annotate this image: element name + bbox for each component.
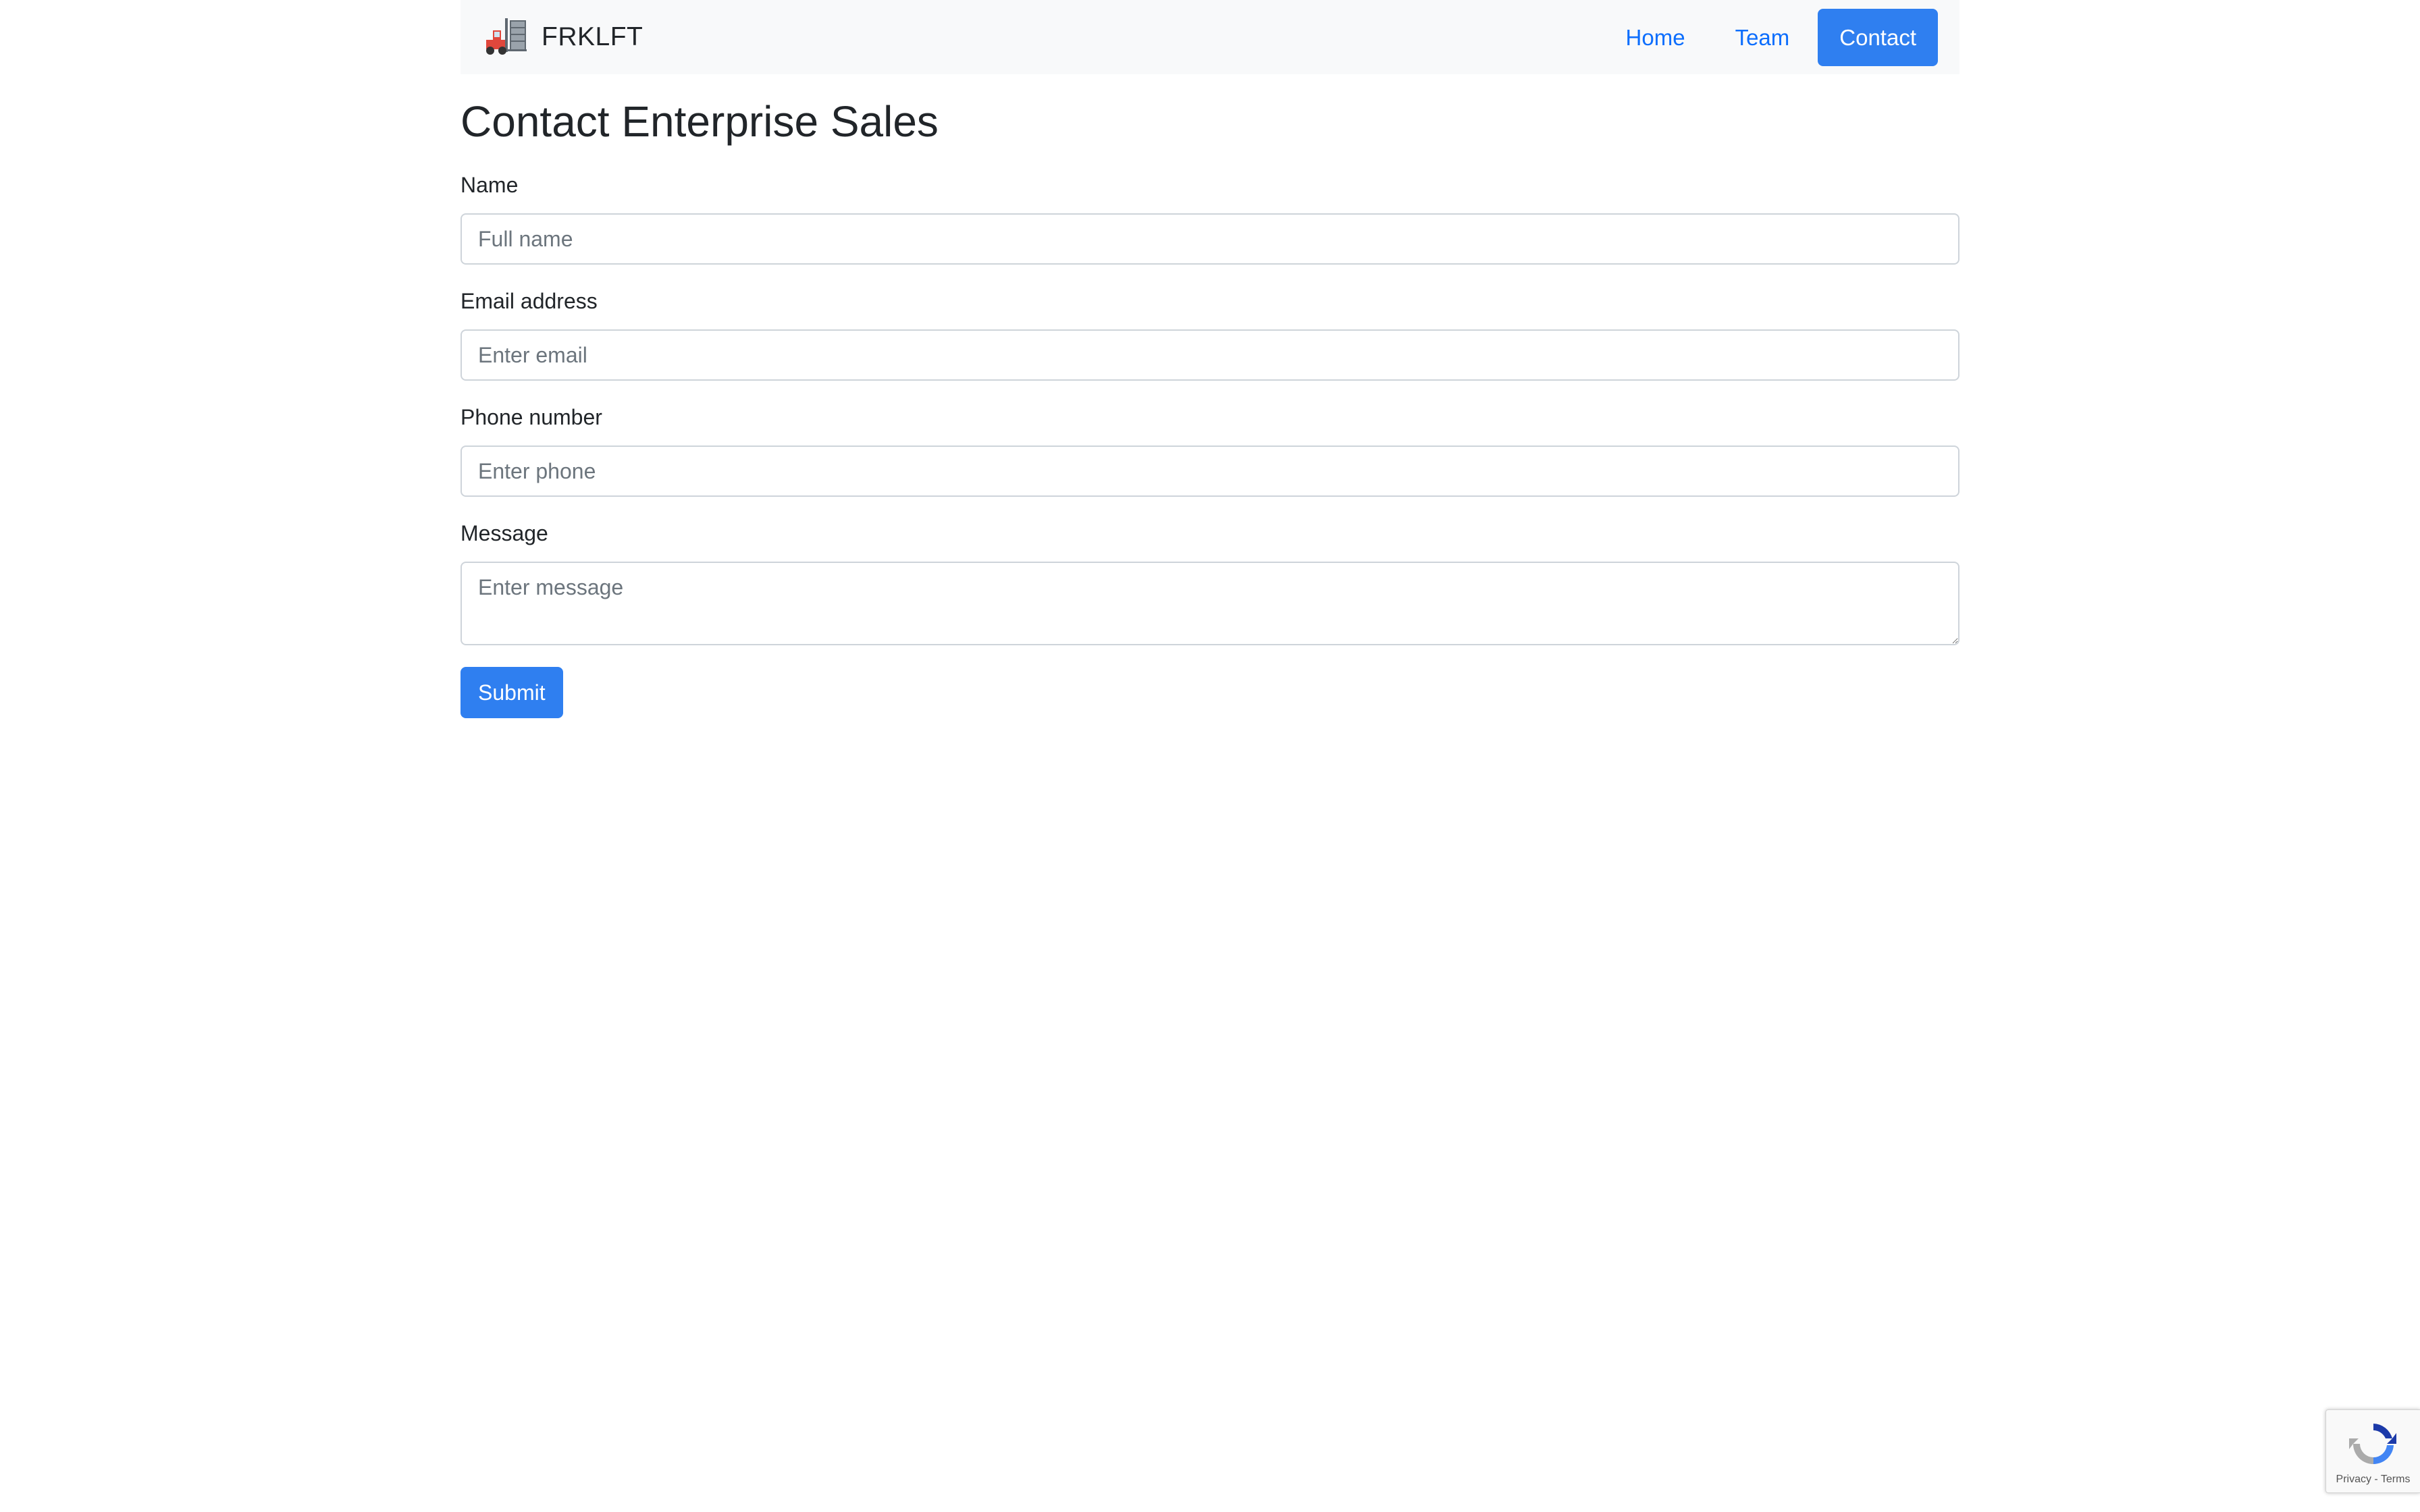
- forklift-icon: [483, 18, 529, 56]
- recaptcha-links: Privacy - Terms: [2326, 1474, 2420, 1486]
- email-label: Email address: [461, 289, 598, 313]
- page-title: Contact Enterprise Sales: [461, 97, 939, 146]
- email-input[interactable]: [461, 329, 1959, 381]
- recaptcha-privacy-link[interactable]: Privacy: [2336, 1474, 2371, 1485]
- nav-links: Home Team Contact: [1604, 8, 1938, 66]
- submit-button[interactable]: Submit: [461, 667, 563, 718]
- message-label: Message: [461, 521, 548, 545]
- recaptcha-separator: -: [2371, 1474, 2381, 1485]
- name-label: Name: [461, 173, 519, 197]
- nav-home-link[interactable]: Home: [1604, 11, 1707, 63]
- nav-contact-link[interactable]: Contact: [1818, 8, 1938, 66]
- page-container: FRKLFT Home Team Contact Contact Enterpr…: [461, 0, 1959, 718]
- brand-name: FRKLFT: [542, 22, 643, 51]
- recaptcha-badge[interactable]: Privacy - Terms: [2325, 1409, 2420, 1493]
- phone-input[interactable]: [461, 446, 1959, 497]
- phone-label: Phone number: [461, 405, 602, 429]
- navbar: FRKLFT Home Team Contact: [461, 0, 1959, 74]
- name-input[interactable]: [461, 213, 1959, 265]
- brand[interactable]: FRKLFT: [483, 18, 643, 56]
- nav-team-link[interactable]: Team: [1714, 11, 1812, 63]
- message-textarea[interactable]: [461, 562, 1959, 645]
- recaptcha-icon: [2348, 1418, 2399, 1473]
- recaptcha-terms-link[interactable]: Terms: [2381, 1474, 2411, 1485]
